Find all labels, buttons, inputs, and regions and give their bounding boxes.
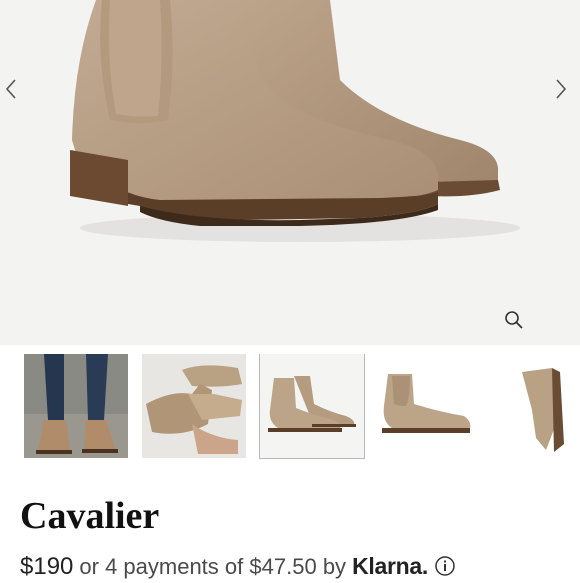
chelsea-boot-image [70,0,520,242]
thumbnail-4[interactable] [378,354,482,458]
installment-prefix: or 4 payments of [79,554,244,579]
zoom-button[interactable] [502,308,526,332]
product-title: Cavalier [20,495,160,537]
info-icon[interactable] [434,555,456,577]
thumbnail-strip [24,354,580,460]
boots-in-hand-photo [142,354,246,458]
thumbnail-5[interactable] [496,354,580,458]
chevron-left-icon [5,79,16,99]
boot-sole-angle-photo [496,354,580,458]
product-price: $190 [20,553,74,580]
chevron-right-icon [556,79,567,99]
price-line: $190 or 4 payments of $47.50 by Klarna. [20,552,456,582]
single-boot-side-photo [378,354,482,458]
klarna-logo: Klarna. [352,553,428,579]
installment-amount: $47.50 [249,554,317,579]
lifestyle-photo-legs [24,354,128,458]
thumbnail-2[interactable] [142,354,246,458]
pair-of-boots-photo [260,354,364,458]
thumbnail-3[interactable] [259,354,365,459]
previous-image-button[interactable] [4,78,26,104]
product-main-image[interactable] [0,0,580,345]
next-image-button[interactable] [554,78,576,104]
thumbnail-1[interactable] [24,354,128,458]
installment-by: by [322,554,347,579]
magnifier-icon [505,311,523,329]
